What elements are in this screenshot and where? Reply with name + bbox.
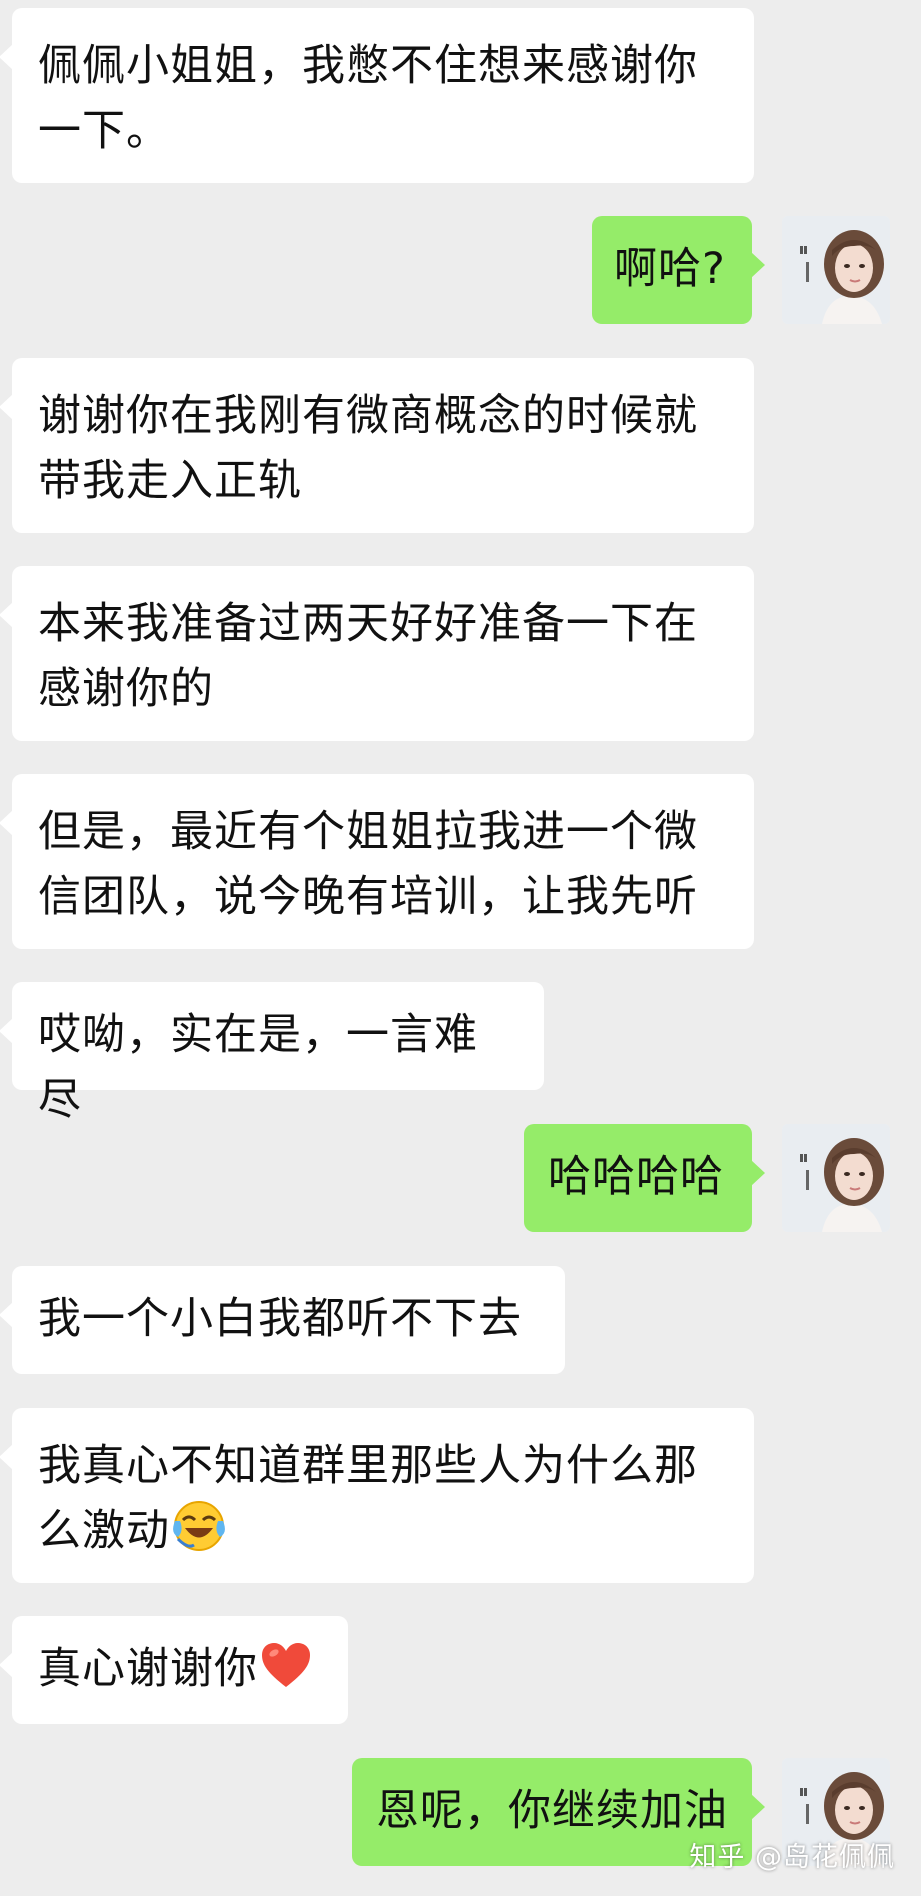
incoming-message[interactable]: 哎呦，实在是，一言难尽 xyxy=(0,982,544,1125)
message-text: 哈哈哈哈 xyxy=(548,1152,724,1202)
message-text: 哎呦，实在是，一言难尽 xyxy=(38,1010,478,1125)
incoming-message[interactable]: 我一个小白我都听不下去 xyxy=(0,1266,565,1374)
incoming-message[interactable]: 本来我准备过两天好好准备一下在感谢你的 xyxy=(0,566,754,741)
message-text: 但是，最近有个姐姐拉我进一个微信团队，说今晚有培训，让我先听 xyxy=(38,807,698,922)
crying-laughing-emoji-icon xyxy=(172,1499,226,1572)
red-heart-emoji-icon xyxy=(260,1641,312,1710)
message-text: 恩呢，你继续加油 xyxy=(376,1786,728,1836)
outgoing-message[interactable]: 哈哈哈哈 xyxy=(524,1124,765,1232)
user-avatar[interactable] xyxy=(782,1124,890,1232)
message-text: 啊哈? xyxy=(614,244,726,294)
message-text: 谢谢你在我刚有微商概念的时候就带我走入正轨 xyxy=(38,391,698,506)
incoming-message[interactable]: 谢谢你在我刚有微商概念的时候就带我走入正轨 xyxy=(0,358,754,533)
message-text: 佩佩小姐姐，我憋不住想来感谢你一下。 xyxy=(38,41,698,156)
chat-view: 佩佩小姐姐，我憋不住想来感谢你一下。 啊哈? 谢谢你在我刚有微商概念的时候就带我… xyxy=(0,0,921,1896)
message-text: 我一个小白我都听不下去 xyxy=(38,1294,522,1344)
message-text: 我真心不知道群里那些人为什么那么激动 xyxy=(38,1441,698,1556)
avatar-portrait-icon xyxy=(782,216,890,324)
incoming-message[interactable]: 我真心不知道群里那些人为什么那么激动 xyxy=(0,1408,754,1583)
avatar-portrait-icon xyxy=(782,1124,890,1232)
incoming-message[interactable]: 佩佩小姐姐，我憋不住想来感谢你一下。 xyxy=(0,8,754,183)
user-avatar[interactable] xyxy=(782,216,890,324)
outgoing-message[interactable]: 啊哈? xyxy=(592,216,765,324)
message-text: 真心谢谢你 xyxy=(38,1644,258,1694)
incoming-message[interactable]: 真心谢谢你 xyxy=(0,1616,348,1724)
message-text: 本来我准备过两天好好准备一下在感谢你的 xyxy=(38,599,698,714)
incoming-message[interactable]: 但是，最近有个姐姐拉我进一个微信团队，说今晚有培训，让我先听 xyxy=(0,774,754,949)
watermark: 知乎 @岛花佩佩 xyxy=(689,1842,895,1873)
